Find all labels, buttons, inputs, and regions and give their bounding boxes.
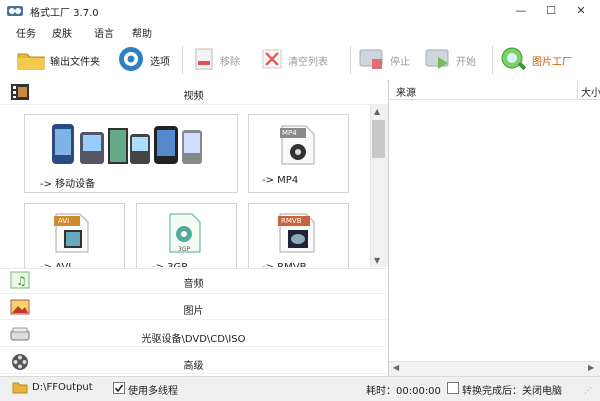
- output-folder-label: 输出文件夹: [50, 56, 100, 68]
- task-list-panel: [389, 80, 600, 376]
- after-done-label: 转换完成后：关闭电脑: [462, 386, 562, 397]
- horizontal-scrollbar[interactable]: [389, 361, 600, 377]
- start-button[interactable]: 开始: [424, 46, 476, 74]
- start-icon: [424, 47, 452, 74]
- menu-language[interactable]: 语言: [94, 25, 114, 40]
- clear-list-label: 清空列表: [288, 56, 328, 68]
- stop-icon: [358, 47, 386, 74]
- tile-mp4-label: -> MP4: [262, 175, 299, 186]
- avi-badge: AVI: [58, 217, 70, 225]
- minimize-button[interactable]: —: [510, 2, 532, 20]
- clear-icon: [260, 47, 284, 74]
- maximize-button[interactable]: ☐: [540, 2, 562, 20]
- clear-list-button[interactable]: 清空列表: [260, 46, 328, 74]
- multithread-label: 使用多线程: [128, 386, 178, 397]
- scroll-right-icon[interactable]: ▶: [588, 363, 594, 372]
- picture-factory-button[interactable]: 图片工厂: [498, 46, 572, 74]
- rmvb-badge: RMVB: [281, 217, 302, 225]
- column-divider[interactable]: [577, 80, 578, 99]
- category-disc-label: 光驱设备\DVD\CD\ISO: [141, 334, 246, 345]
- toolbar-separator: [182, 46, 183, 74]
- menu-bar: [0, 23, 600, 40]
- multithread-checkbox[interactable]: [113, 382, 125, 394]
- menu-help[interactable]: 帮助: [132, 25, 152, 40]
- 3gp-badge: 3GP: [178, 246, 191, 253]
- picture-factory-label: 图片工厂: [532, 56, 572, 68]
- column-size-header[interactable]: 大小: [581, 84, 600, 99]
- window-title: 格式工厂 3.7.0: [30, 8, 99, 19]
- folder-icon: [16, 48, 46, 73]
- resize-grip-icon[interactable]: ⋰: [584, 386, 592, 395]
- task-list-header: [389, 80, 600, 100]
- tile-rmvb-label: -> RMVB: [262, 262, 306, 267]
- elapsed-time: 耗时：00:00:00: [366, 386, 441, 397]
- scroll-up-icon[interactable]: ▲: [374, 107, 380, 116]
- options-button[interactable]: 选项: [116, 46, 170, 74]
- toolbar-separator: [350, 46, 351, 74]
- tile-mobile-label: -> 移动设备: [40, 179, 96, 190]
- options-icon: [116, 46, 146, 75]
- remove-label: 移除: [220, 56, 240, 68]
- remove-button[interactable]: 移除: [192, 46, 240, 74]
- category-advanced-label: 高级: [183, 361, 204, 372]
- start-label: 开始: [456, 56, 476, 68]
- output-folder-button[interactable]: 输出文件夹: [16, 46, 100, 74]
- mobile-devices-icon: [46, 120, 206, 171]
- shutdown-checkbox[interactable]: [447, 382, 459, 394]
- stop-button[interactable]: 停止: [358, 46, 410, 74]
- remove-icon: [192, 47, 216, 74]
- close-button[interactable]: ✕: [570, 2, 592, 20]
- column-source-header[interactable]: 来源: [396, 84, 416, 99]
- menu-task[interactable]: 任务: [16, 25, 36, 40]
- output-folder-small-icon[interactable]: [12, 380, 28, 397]
- scroll-down-icon[interactable]: ▼: [374, 256, 380, 265]
- options-label: 选项: [150, 56, 170, 68]
- tile-3gp-label: -> 3GP: [152, 262, 187, 267]
- scroll-thumb[interactable]: [372, 120, 385, 158]
- category-audio-label: 音频: [183, 279, 204, 290]
- menu-skin[interactable]: 皮肤: [52, 25, 72, 40]
- output-path[interactable]: D:\FFOutput: [32, 382, 93, 393]
- category-picture-label: 图片: [183, 306, 204, 317]
- category-video-label: 视频: [183, 91, 204, 102]
- mp4-badge: MP4: [282, 129, 297, 137]
- picture-factory-icon: [498, 46, 528, 75]
- stop-label: 停止: [390, 56, 410, 68]
- app-logo-icon: [6, 4, 24, 18]
- toolbar-separator: [492, 46, 493, 74]
- scroll-left-icon[interactable]: ◀: [393, 363, 399, 372]
- tile-avi-label: -> AVI: [40, 262, 71, 267]
